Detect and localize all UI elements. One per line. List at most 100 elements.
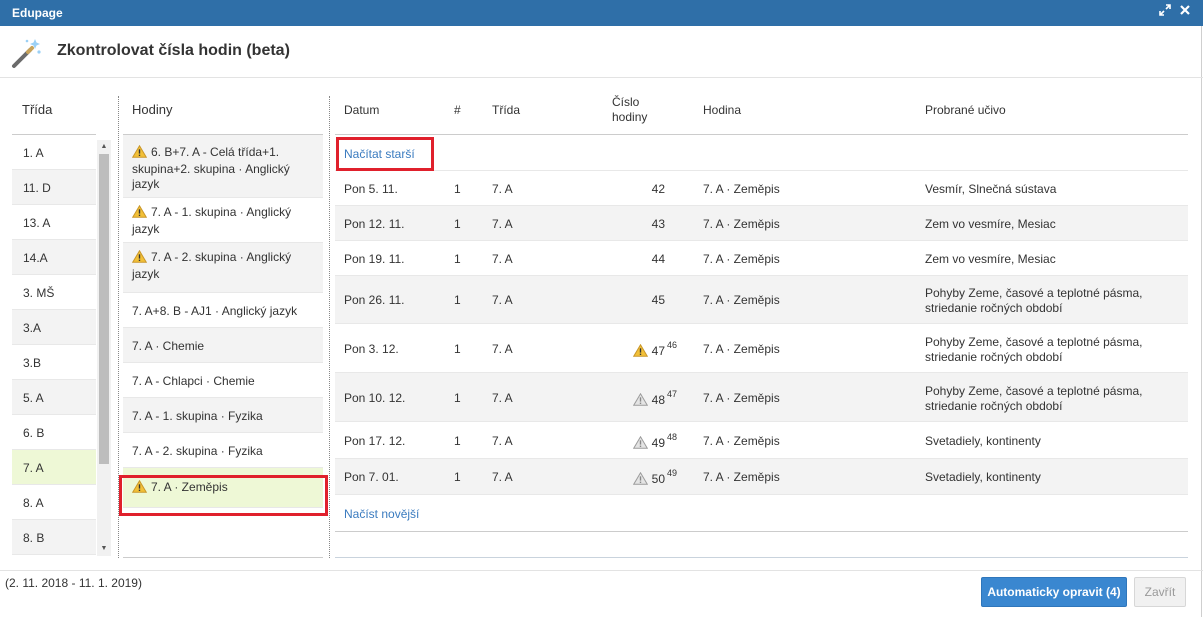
grid-row[interactable]: Pon 26. 11. 1 7. A 45 7. A · Zeměpis Pohyby Z… <box>335 276 1188 324</box>
grid-row[interactable]: Pon 3. 12. 1 7. A 47 46 7. A · Zeměpis Pohyby … <box>335 324 1188 373</box>
class-item[interactable]: 3.B <box>12 345 96 380</box>
cell-lesson: 7. A · Zeměpis <box>703 342 780 356</box>
class-item[interactable]: 8. B <box>12 520 96 555</box>
cell-lesson-number[interactable]: 49 48 <box>613 432 678 452</box>
cell-class: 7. A <box>492 182 513 196</box>
class-list-scrollbar[interactable]: ▲ ▼ <box>97 140 111 556</box>
lessons-header-label: Hodiny <box>132 102 173 117</box>
class-item[interactable]: 8. A <box>12 485 96 520</box>
grid-row[interactable]: Pon 17. 12. 1 7. A 49 48 7. A · Zeměpis Svetad… <box>335 422 1188 459</box>
cell-num: 1 <box>454 470 461 484</box>
lesson-item[interactable]: 7. A - 1. skupina · Anglický jazyk <box>123 198 323 243</box>
cell-num: 1 <box>454 391 461 405</box>
cell-lesson-number[interactable]: 48 47 <box>613 389 677 409</box>
cell-num: 1 <box>454 342 461 356</box>
class-item[interactable]: 5. A <box>12 380 96 415</box>
suggested-number: 46 <box>667 340 678 350</box>
class-item-label: 8. A <box>23 496 44 510</box>
cell-topic: Zem vo vesmíre, Mesiac <box>925 252 1056 266</box>
class-item-label: 7. A <box>23 461 44 475</box>
lesson-item[interactable]: 6. B+7. A - Celá třída+1. skupina+2. sku… <box>123 135 323 198</box>
lesson-number-value: 42 <box>651 182 665 196</box>
cell-lesson-number[interactable]: 44 <box>613 252 677 266</box>
expand-icon[interactable] <box>1157 4 1173 20</box>
lesson-item[interactable]: 7. A - 2. skupina · Anglický jazyk <box>123 243 323 293</box>
load-newer-link[interactable]: Načíst novější <box>344 507 419 521</box>
auto-fix-button[interactable]: Automaticky opravit (4) <box>981 577 1127 607</box>
grid-row[interactable]: Pon 7. 01. 1 7. A 50 49 7. A · Zeměpis Svetadi… <box>335 459 1188 495</box>
cell-lesson: 7. A · Zeměpis <box>703 470 780 484</box>
lesson-number-value: 44 <box>651 252 665 266</box>
class-item-label: 1. A <box>23 146 44 160</box>
class-item[interactable]: 3.A <box>12 310 96 345</box>
lesson-item-label: 7. A · Chemie <box>132 339 205 353</box>
cell-topic: Svetadiely, kontinenty <box>925 470 1041 484</box>
cell-topic: Pohyby Zeme, časové a teplotné pásma, st… <box>925 335 1143 364</box>
class-list: 1. A 11. D 13. A 14.A 3. MŠ 3.A 3.B 5. A 6. B 7. … <box>12 135 96 556</box>
cell-num: 1 <box>454 252 461 266</box>
lessons-header: Hodiny <box>123 95 323 135</box>
lesson-item[interactable]: 7. A - Chlapci · Chemie <box>123 363 323 398</box>
lesson-item-label: 6. B+7. A - Celá třída+1. skupina+2. sku… <box>132 145 290 191</box>
cell-class: 7. A <box>492 391 513 405</box>
lesson-item[interactable]: 7. A - 1. skupina · Fyzika <box>123 398 323 433</box>
cell-lesson-number[interactable]: 47 46 <box>613 340 678 360</box>
cell-num: 1 <box>454 182 461 196</box>
col-topic: Probrané učivo <box>925 103 1006 117</box>
class-item[interactable]: 13. A <box>12 205 96 240</box>
classes-header-label: Třída <box>22 102 53 117</box>
cell-lesson: 7. A · Zeměpis <box>703 217 780 231</box>
cell-num: 1 <box>454 293 461 307</box>
class-item-label: 13. A <box>23 216 51 230</box>
lesson-item-label: 7. A - 1. skupina · Fyzika <box>132 409 263 423</box>
classes-header: Třída <box>12 95 96 135</box>
cell-lesson-number[interactable]: 50 49 <box>613 468 678 488</box>
grid-header: Datum # Třída Číslo hodiny Hodina Probra… <box>335 95 1188 135</box>
cell-topic: Pohyby Zeme, časové a teplotné pásma, st… <box>925 384 1143 413</box>
scroll-down-arrow-icon[interactable]: ▼ <box>100 545 108 553</box>
cell-class: 7. A <box>492 217 513 231</box>
lesson-item[interactable]: 7. A - 2. skupina · Fyzika <box>123 433 323 468</box>
class-item[interactable]: 11. D <box>12 170 96 205</box>
date-range: (2. 11. 2018 - 11. 1. 2019) <box>5 576 142 590</box>
class-item[interactable]: 14.A <box>12 240 96 275</box>
cell-num: 1 <box>454 217 461 231</box>
lesson-number-value: 50 <box>651 472 665 486</box>
cell-lesson-number[interactable]: 42 <box>613 182 677 196</box>
cell-lesson: 7. A · Zeměpis <box>703 182 780 196</box>
grid-row[interactable]: Pon 12. 11. 1 7. A 43 7. A · Zeměpis Zem vo v… <box>335 206 1188 241</box>
highlight-box-selected-lesson <box>119 475 328 516</box>
class-item[interactable]: 6. B <box>12 415 96 450</box>
lesson-number-value: 47 <box>651 344 665 358</box>
grid-row[interactable]: Pon 19. 11. 1 7. A 44 7. A · Zeměpis Zem vo v… <box>335 241 1188 276</box>
grid-row[interactable]: Pon 5. 11. 1 7. A 42 7. A · Zeměpis Vesmír, S… <box>335 171 1188 206</box>
class-item-label: 3. MŠ <box>23 286 55 300</box>
col-class: Třída <box>492 103 521 117</box>
suggested-number: 49 <box>667 468 678 478</box>
cell-topic: Vesmír, Slnečná sústava <box>925 182 1057 196</box>
lesson-item-label: 7. A - 1. skupina · Anglický jazyk <box>132 205 292 236</box>
warning-icon <box>632 435 648 452</box>
cell-date: Pon 3. 12. <box>344 342 399 356</box>
cell-date: Pon 12. 11. <box>344 217 405 231</box>
warning-icon <box>632 471 648 488</box>
grid-row[interactable]: Pon 10. 12. 1 7. A 48 47 7. A · Zeměpis Pohyby… <box>335 373 1188 422</box>
cell-lesson-number[interactable]: 43 <box>613 217 677 231</box>
scroll-up-arrow-icon[interactable]: ▲ <box>100 143 108 151</box>
dialog-title: Zkontrolovat čísla hodin (beta) <box>57 42 290 59</box>
class-item-label: 3.B <box>23 356 42 370</box>
suggested-number: 48 <box>667 432 678 442</box>
class-item[interactable]: 1. A <box>12 135 96 170</box>
lesson-item[interactable]: 7. A+8. B - AJ1 · Anglický jazyk <box>123 293 323 328</box>
close-button[interactable]: Zavřít <box>1134 577 1186 607</box>
class-item-label: 3.A <box>23 321 42 335</box>
class-item-label: 14.A <box>23 251 48 265</box>
cell-lesson: 7. A · Zeměpis <box>703 391 780 405</box>
lesson-item[interactable]: 7. A · Chemie <box>123 328 323 363</box>
cell-lesson-number[interactable]: 45 <box>613 293 677 307</box>
lesson-item-label: 7. A - Chlapci · Chemie <box>132 374 255 388</box>
close-icon[interactable] <box>1177 4 1193 20</box>
scrollbar-thumb[interactable] <box>99 154 109 464</box>
class-item[interactable]: 7. A <box>12 450 96 485</box>
class-item[interactable]: 3. MŠ <box>12 275 96 310</box>
